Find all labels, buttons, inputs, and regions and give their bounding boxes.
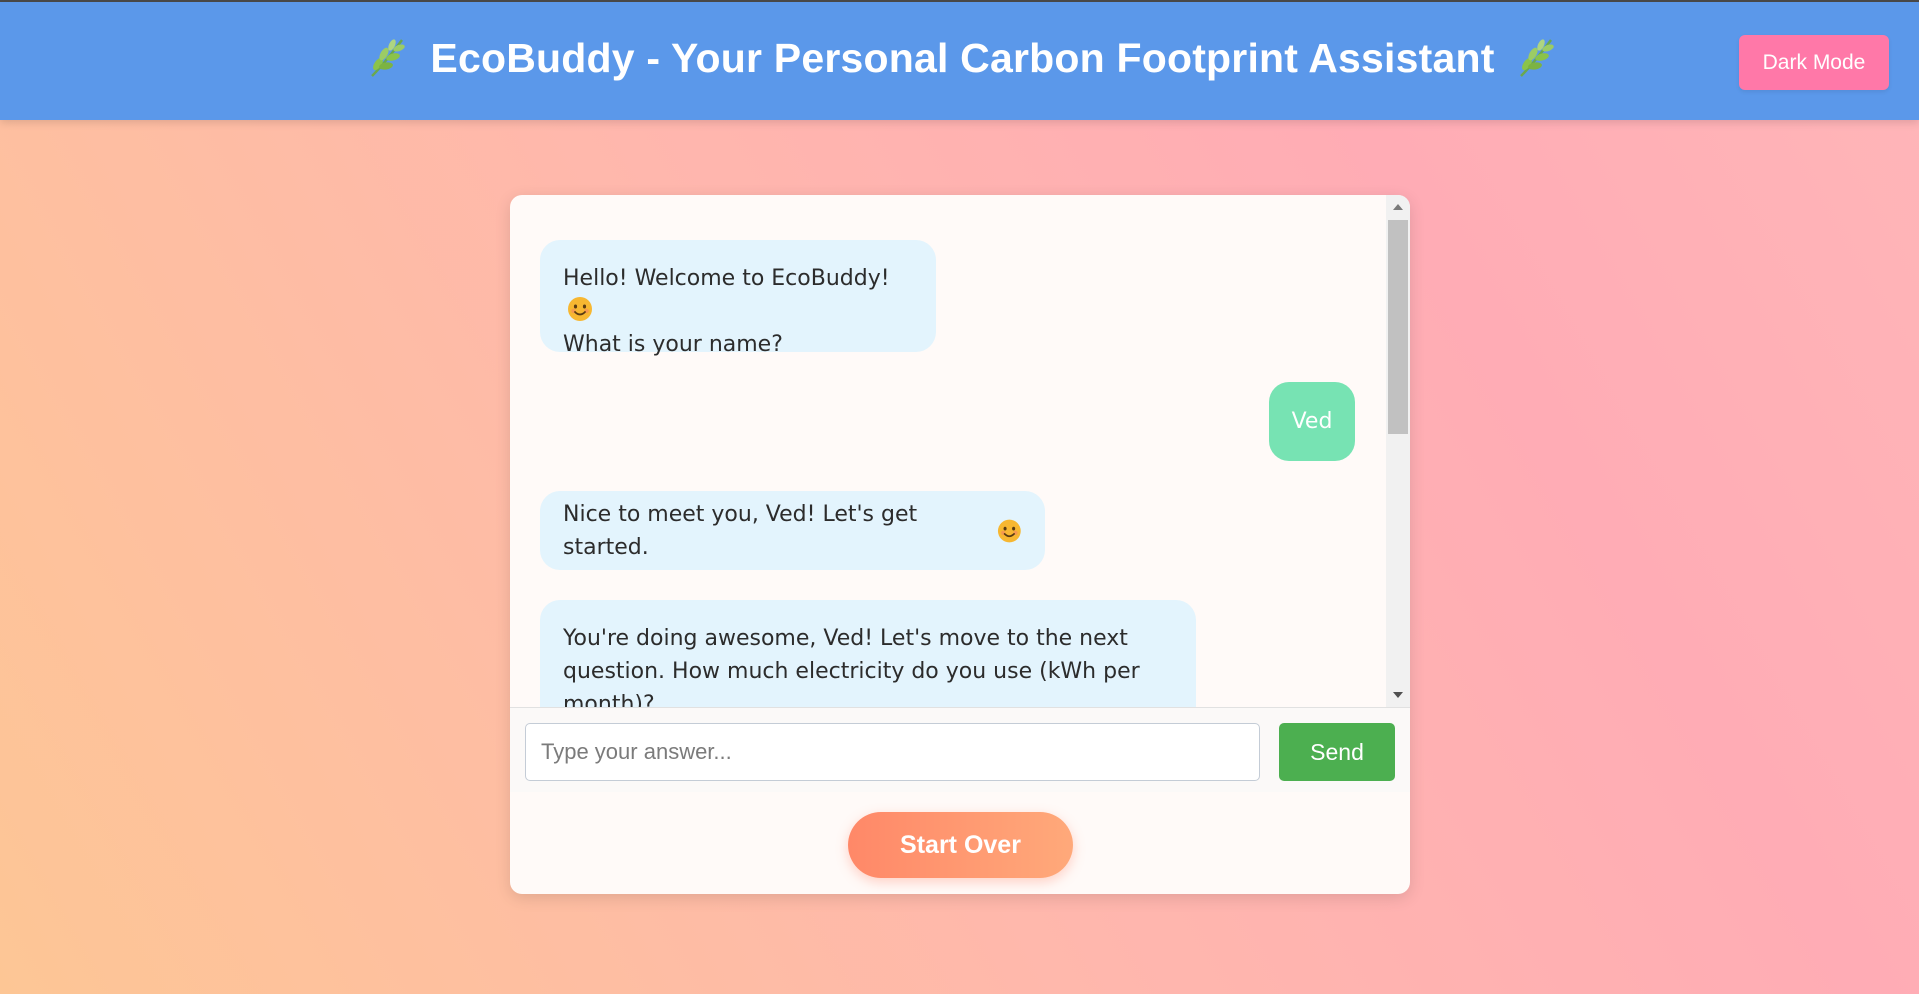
message-line: month)? (563, 692, 655, 707)
message-line: What is your name? (563, 332, 783, 357)
send-button[interactable]: Send (1279, 723, 1395, 781)
message-text: Ved (1291, 409, 1333, 434)
message-text: Nice to meet you, Ved! Let's get started… (563, 501, 918, 560)
smiling-face-icon (998, 519, 1022, 542)
message-line: Hello! Welcome to EcoBuddy! (563, 262, 913, 328)
message-line: You're doing awesome, Ved! Let's move to… (563, 626, 1128, 651)
leaf-icon (1519, 39, 1554, 77)
header-title-group: EcoBuddy - Your Personal Carbon Footprin… (368, 35, 1556, 82)
smiling-face-icon (568, 297, 592, 321)
start-over-button[interactable]: Start Over (848, 812, 1073, 878)
dark-mode-button[interactable]: Dark Mode (1739, 35, 1889, 90)
chat-messages[interactable]: Hello! Welcome to EcoBuddy! What is your… (510, 195, 1386, 707)
chat-container: Hello! Welcome to EcoBuddy! What is your… (510, 195, 1410, 894)
bot-message: You're doing awesome, Ved! Let's move to… (540, 600, 1196, 707)
input-area: Send (510, 707, 1410, 792)
message-line: question. How much electricity do you us… (563, 659, 1140, 684)
user-message: Ved (1269, 382, 1355, 461)
leaf-icon (371, 39, 406, 77)
chat-scrollbar[interactable] (1386, 195, 1410, 707)
scroll-down-arrow-icon[interactable] (1393, 692, 1403, 698)
scroll-up-arrow-icon[interactable] (1393, 204, 1403, 210)
page-title: EcoBuddy - Your Personal Carbon Footprin… (430, 34, 1495, 81)
scrollbar-thumb[interactable] (1388, 220, 1408, 434)
answer-input[interactable] (525, 723, 1260, 781)
bot-message: Hello! Welcome to EcoBuddy! What is your… (540, 240, 936, 357)
message-text: Hello! Welcome to EcoBuddy! (563, 266, 890, 291)
bot-message: Nice to meet you, Ved! Let's get started… (540, 491, 1045, 570)
app-header: EcoBuddy - Your Personal Carbon Footprin… (0, 2, 1919, 120)
